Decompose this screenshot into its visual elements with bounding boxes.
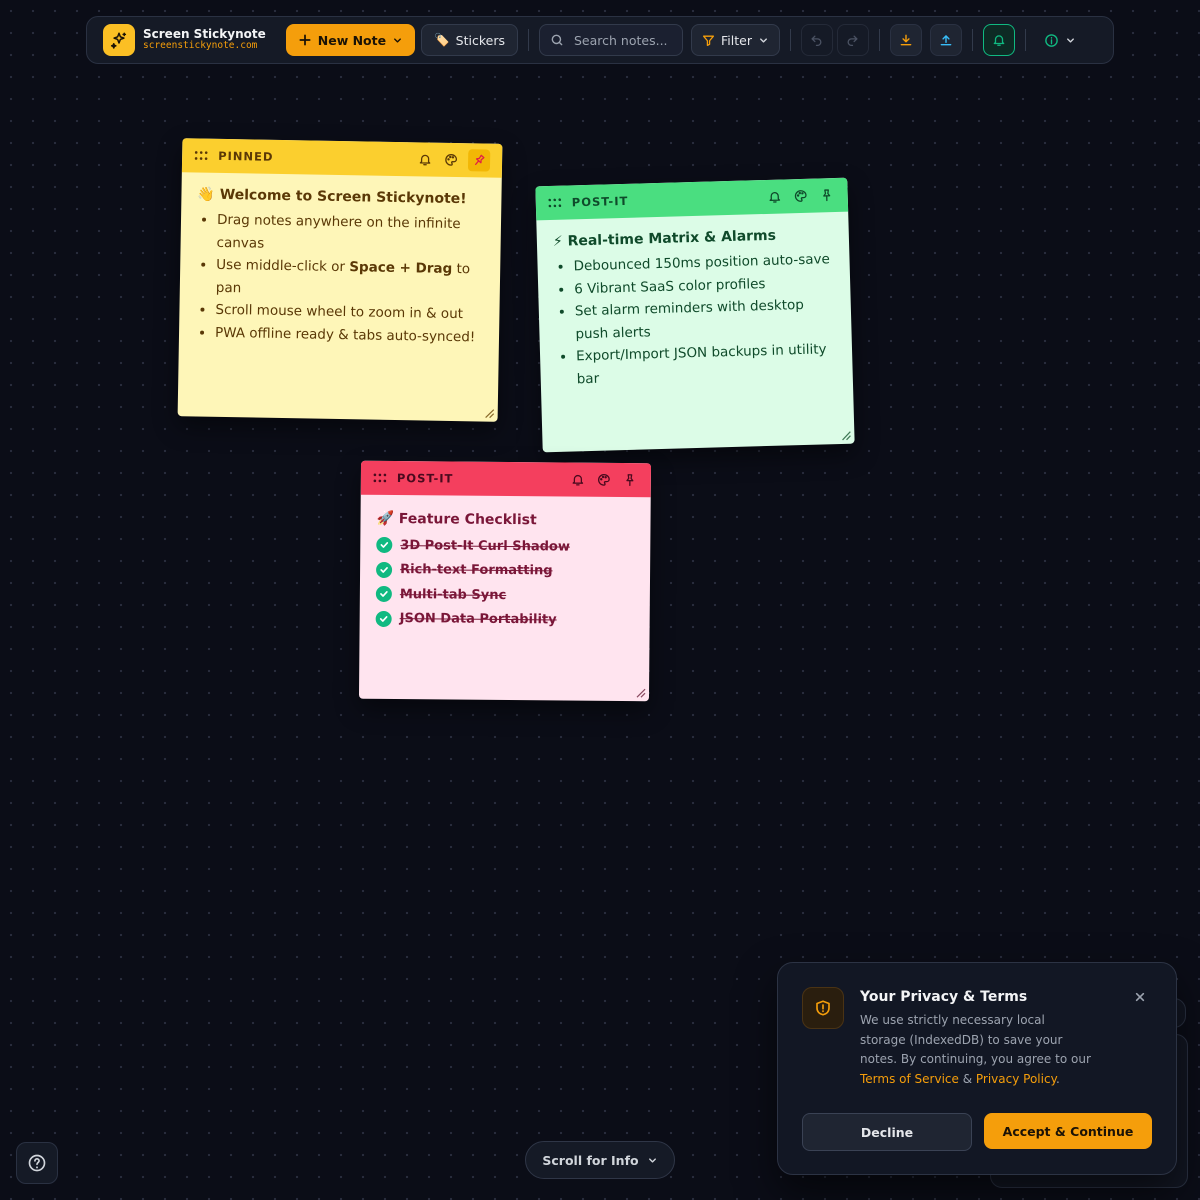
- pin-icon[interactable]: [817, 186, 835, 204]
- checklist-text: Rich-text Formatting: [400, 562, 553, 579]
- divider: [789, 29, 791, 51]
- checklist-item[interactable]: JSON Data Portability: [375, 606, 634, 633]
- help-button[interactable]: [16, 1142, 58, 1184]
- pin-icon[interactable]: [467, 149, 491, 172]
- search-box[interactable]: [539, 24, 683, 56]
- decline-button[interactable]: Decline: [802, 1113, 972, 1151]
- upload-icon: [939, 33, 953, 47]
- list-item: Export/Import JSON backups in utility ba…: [576, 338, 837, 390]
- privacy-policy-link[interactable]: Privacy Policy: [976, 1072, 1056, 1086]
- drag-handle-icon[interactable]: [194, 150, 208, 160]
- resize-handle-icon[interactable]: [841, 431, 851, 441]
- bell-icon[interactable]: [416, 150, 434, 168]
- palette-icon[interactable]: [595, 471, 613, 489]
- filter-button[interactable]: Filter: [691, 24, 780, 56]
- palette-icon[interactable]: [791, 187, 809, 205]
- terms-link[interactable]: Terms of Service: [860, 1072, 959, 1086]
- scroll-info-label: Scroll for Info: [542, 1152, 639, 1168]
- note-title: ⚡ Real-time Matrix & Alarms: [552, 227, 777, 250]
- resize-handle-icon[interactable]: [485, 409, 495, 419]
- checklist-text: Multi-tab Sync: [399, 586, 507, 603]
- stickers-button[interactable]: 🏷️ Stickers: [421, 24, 518, 56]
- new-note-button[interactable]: New Note: [285, 24, 416, 56]
- import-button[interactable]: [929, 24, 962, 56]
- top-toolbar: Screen Stickynote screenstickynote.com N…: [86, 16, 1114, 64]
- note-header[interactable]: POST-IT: [360, 460, 652, 498]
- undo-button[interactable]: [800, 24, 833, 56]
- resize-handle-icon[interactable]: [636, 688, 646, 698]
- sparkle-logo-icon: [103, 24, 135, 56]
- privacy-dialog: Your Privacy & Terms We use strictly nec…: [777, 962, 1177, 1175]
- shield-alert-icon: [802, 987, 844, 1029]
- history-group: [800, 24, 869, 56]
- check-circle-icon[interactable]: [376, 537, 393, 554]
- check-circle-icon[interactable]: [375, 586, 392, 603]
- search-icon: [550, 33, 564, 47]
- close-icon[interactable]: [1132, 989, 1148, 1005]
- io-group: [889, 24, 962, 56]
- checklist-item[interactable]: 3D Post-It Curl Shadow: [376, 533, 634, 560]
- alarms-button[interactable]: [982, 24, 1015, 56]
- privacy-title: Your Privacy & Terms: [860, 989, 1028, 1005]
- new-note-label: New Note: [317, 32, 387, 48]
- pin-icon[interactable]: [621, 471, 639, 489]
- list-item: Set alarm reminders with desktop push al…: [575, 293, 836, 345]
- sticky-note-matrix[interactable]: POST-IT ⚡ Real-time Matrix & Alarms Debo…: [535, 177, 855, 453]
- accept-button[interactable]: Accept & Continue: [984, 1113, 1152, 1149]
- checklist-item[interactable]: Multi-tab Sync: [375, 582, 634, 609]
- divider: [878, 29, 880, 51]
- palette-icon[interactable]: [442, 151, 460, 169]
- brand: Screen Stickynote screenstickynote.com: [103, 24, 266, 56]
- tag-icon: 🏷️: [434, 32, 450, 47]
- divider: [971, 29, 973, 51]
- plus-icon: [298, 33, 312, 47]
- checklist-item[interactable]: Rich-text Formatting: [376, 557, 634, 584]
- drag-handle-icon[interactable]: [373, 473, 387, 483]
- divider: [528, 29, 529, 51]
- drag-handle-icon[interactable]: [548, 198, 562, 208]
- note-title: 👋 Welcome to Screen Stickynote!: [197, 186, 467, 208]
- undo-icon: [810, 34, 823, 47]
- bell-icon[interactable]: [765, 187, 783, 205]
- note-title: 🚀 Feature Checklist: [376, 510, 537, 529]
- stickers-label: Stickers: [455, 32, 505, 48]
- checklist-text: 3D Post-It Curl Shadow: [400, 537, 570, 555]
- bell-icon: [992, 33, 1006, 47]
- divider: [1024, 29, 1026, 51]
- app-domain: screenstickynote.com: [143, 40, 258, 52]
- info-menu-button[interactable]: [1036, 24, 1084, 56]
- check-circle-icon[interactable]: [376, 561, 393, 578]
- note-tag: PINNED: [218, 148, 274, 164]
- check-circle-icon[interactable]: [375, 610, 392, 627]
- help-icon: [27, 1153, 47, 1173]
- download-icon: [899, 33, 913, 47]
- sticky-note-checklist[interactable]: POST-IT 🚀 Feature Checklist 3D Post-It C…: [358, 460, 652, 702]
- checklist: 3D Post-It Curl Shadow Rich-text Formatt…: [375, 533, 635, 633]
- note-list: Debounced 150ms position auto-save 6 Vib…: [553, 248, 837, 391]
- chevron-down-icon: [758, 35, 769, 46]
- filter-label: Filter: [721, 32, 752, 48]
- search-input[interactable]: [572, 31, 676, 49]
- redo-icon: [846, 34, 859, 47]
- checklist-text: JSON Data Portability: [399, 611, 557, 628]
- list-item: Drag notes anywhere on the infinite canv…: [216, 209, 485, 259]
- list-item: PWA offline ready & tabs auto-synced!: [215, 321, 483, 348]
- bell-icon[interactable]: [569, 471, 587, 489]
- note-list: Drag notes anywhere on the infinite canv…: [195, 208, 485, 348]
- chevron-down-icon: [392, 35, 403, 46]
- privacy-text: We use strictly necessary local storage …: [860, 1013, 1091, 1086]
- chevron-down-icon: [1065, 35, 1076, 46]
- note-tag: POST-IT: [396, 471, 454, 486]
- info-icon: [1044, 33, 1059, 48]
- chevron-down-icon: [647, 1155, 658, 1166]
- filter-icon: [702, 34, 715, 47]
- redo-button[interactable]: [836, 24, 869, 56]
- note-header[interactable]: PINNED: [181, 138, 503, 178]
- sticky-note-welcome[interactable]: PINNED 👋 Welcome to Screen Stickynote! D…: [177, 138, 503, 422]
- list-item: Use middle-click or Space + Drag to pan: [216, 254, 485, 304]
- export-button[interactable]: [889, 24, 922, 56]
- note-tag: POST-IT: [571, 193, 629, 210]
- scroll-for-info-button[interactable]: Scroll for Info: [525, 1141, 675, 1179]
